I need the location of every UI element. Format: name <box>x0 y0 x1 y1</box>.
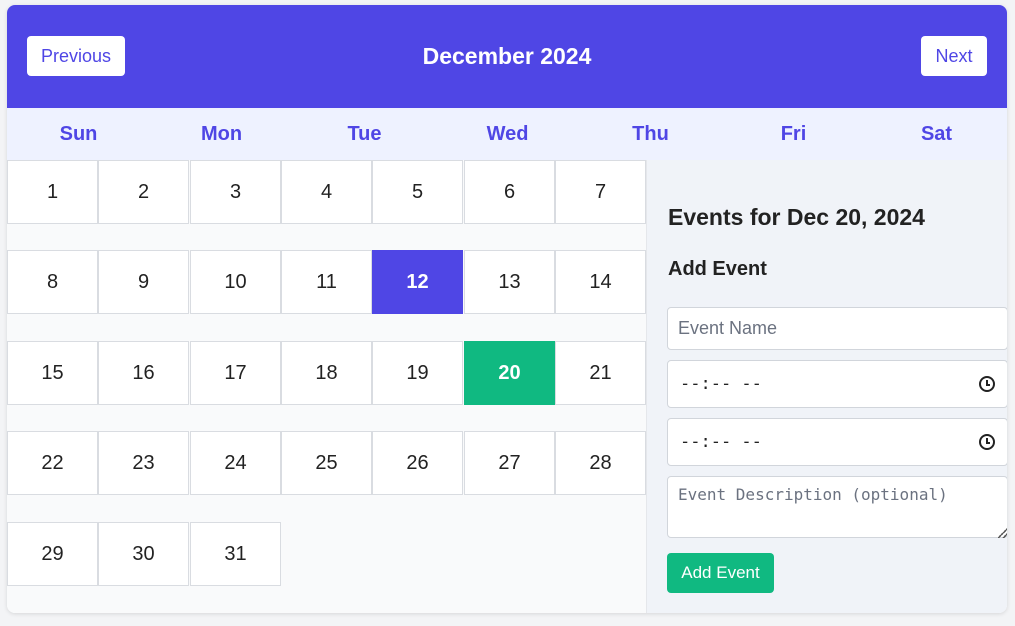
day-cell-12[interactable]: 12 <box>372 250 463 314</box>
month-title: December 2024 <box>422 43 592 69</box>
day-cell-31[interactable]: 31 <box>190 522 281 586</box>
events-panel-title: Events for Dec 20, 2024 <box>668 204 925 230</box>
day-cell-10[interactable]: 10 <box>190 250 281 314</box>
day-cell-16[interactable]: 16 <box>98 341 189 405</box>
weekday-label-mon: Mon <box>200 122 243 145</box>
calendar-app: December 2024 Previous Next Sun Mon Tue … <box>7 5 1007 613</box>
add-event-button[interactable]: Add Event <box>667 553 774 593</box>
day-cell-3[interactable]: 3 <box>190 160 281 224</box>
weekday-header-row: Sun Mon Tue Wed Thu Fri Sat <box>7 108 1007 160</box>
weekday-label-thu: Thu <box>632 122 669 145</box>
day-cell-8[interactable]: 8 <box>7 250 98 314</box>
weekday-label-sat: Sat <box>920 122 953 145</box>
day-cell-14[interactable]: 14 <box>555 250 646 314</box>
clock-icon[interactable] <box>979 434 995 450</box>
day-cell-29[interactable]: 29 <box>7 522 98 586</box>
day-cell-1[interactable]: 1 <box>7 160 98 224</box>
day-cell-25[interactable]: 25 <box>281 431 372 495</box>
start-time-input[interactable]: --:-- -- <box>667 360 1007 408</box>
weekday-label-fri: Fri <box>780 122 807 145</box>
day-cell-9[interactable]: 9 <box>98 250 189 314</box>
day-cell-11[interactable]: 11 <box>281 250 372 314</box>
day-cell-15[interactable]: 15 <box>7 341 98 405</box>
day-grid: 1 2 3 4 5 6 7 8 9 10 11 12 13 14 15 16 17 18 19 20 21 22 23 24 2… <box>7 160 647 613</box>
day-cell-24[interactable]: 24 <box>190 431 281 495</box>
day-cell-23[interactable]: 23 <box>98 431 189 495</box>
day-cell-21[interactable]: 21 <box>555 341 646 405</box>
day-cell-13[interactable]: 13 <box>464 250 555 314</box>
event-description-textarea[interactable] <box>667 476 1007 538</box>
weekday-label-wed: Wed <box>486 122 529 145</box>
weekday-label-sun: Sun <box>59 122 98 145</box>
day-cell-30[interactable]: 30 <box>98 522 189 586</box>
day-cell-20[interactable]: 20 <box>464 341 555 405</box>
day-cell-7[interactable]: 7 <box>555 160 646 224</box>
start-time-value: --:-- -- <box>680 374 762 394</box>
day-cell-6[interactable]: 6 <box>464 160 555 224</box>
next-month-button[interactable]: Next <box>921 36 987 76</box>
day-cell-18[interactable]: 18 <box>281 341 372 405</box>
day-cell-5[interactable]: 5 <box>372 160 463 224</box>
resize-handle-icon[interactable] <box>998 528 1007 538</box>
day-cell-2[interactable]: 2 <box>98 160 189 224</box>
end-time-input[interactable]: --:-- -- <box>667 418 1007 466</box>
day-cell-27[interactable]: 27 <box>464 431 555 495</box>
end-time-value: --:-- -- <box>680 432 762 452</box>
weekday-label-tue: Tue <box>347 122 382 145</box>
events-panel: Events for Dec 20, 2024 Add Event --:-- … <box>647 160 1007 613</box>
add-event-heading: Add Event <box>668 258 767 280</box>
day-cell-28[interactable]: 28 <box>555 431 646 495</box>
clock-icon[interactable] <box>979 376 995 392</box>
day-cell-19[interactable]: 19 <box>372 341 463 405</box>
calendar-header: December 2024 Previous Next <box>7 5 1007 108</box>
day-cell-26[interactable]: 26 <box>372 431 463 495</box>
previous-month-button[interactable]: Previous <box>27 36 125 76</box>
day-cell-22[interactable]: 22 <box>7 431 98 495</box>
day-cell-4[interactable]: 4 <box>281 160 372 224</box>
event-name-input[interactable] <box>667 307 1007 350</box>
day-cell-17[interactable]: 17 <box>190 341 281 405</box>
